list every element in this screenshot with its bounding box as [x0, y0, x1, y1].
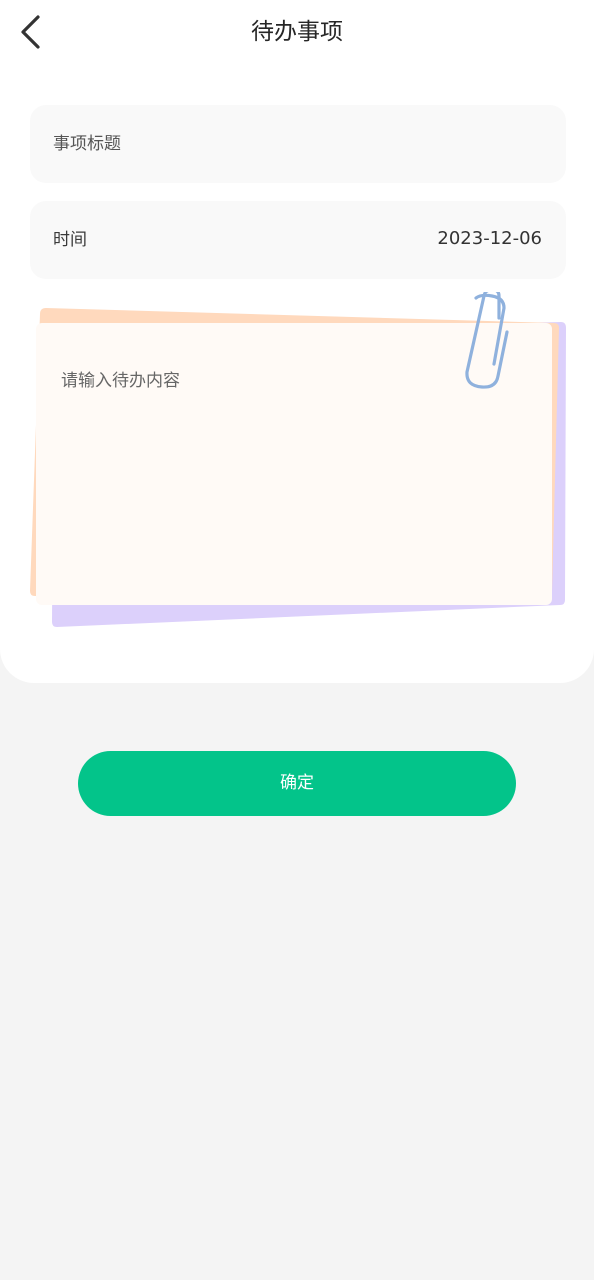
form-card: 待办事项 事项标题 时间 2023-12-06 请输入待办内容: [0, 0, 594, 683]
confirm-button[interactable]: 确定: [78, 751, 516, 816]
content-input-placeholder: 请输入待办内容: [61, 371, 180, 391]
time-field-label: 时间: [53, 230, 87, 250]
title-field-placeholder: 事项标题: [53, 134, 121, 154]
nav-bar: 待办事项: [0, 0, 594, 64]
note-paper-stack: [30, 292, 566, 627]
title-field[interactable]: 事项标题: [30, 105, 566, 183]
time-field[interactable]: 时间 2023-12-06: [30, 201, 566, 279]
content-note[interactable]: 请输入待办内容: [24, 292, 574, 637]
time-field-value[interactable]: 2023-12-06: [437, 201, 542, 277]
page-title: 待办事项: [251, 19, 343, 45]
